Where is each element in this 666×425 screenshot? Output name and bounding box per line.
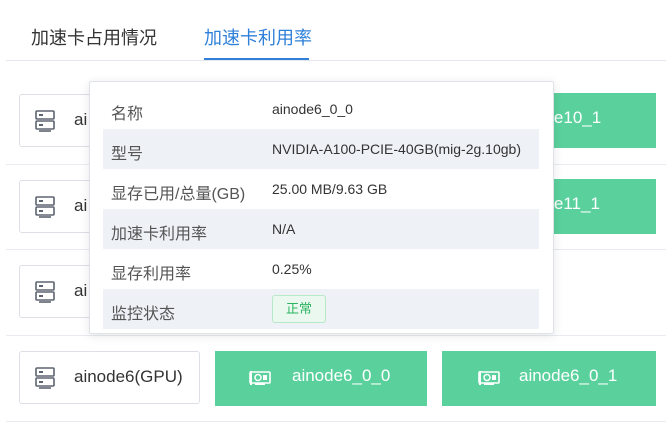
server-icon — [35, 110, 55, 132]
popover-label: 监控状态 — [111, 306, 176, 323]
gpu-name: ainode6_0_0 — [292, 366, 391, 385]
popover-value: 0.25% — [272, 261, 312, 277]
tab-accelerator-utilization[interactable]: 加速卡利用率 — [204, 24, 312, 50]
status-badge: 正常 — [272, 295, 326, 323]
gpu-card-icon — [249, 371, 271, 385]
gpu-card-icon — [478, 371, 500, 385]
server-icon — [35, 281, 55, 303]
popover-row-utilization: 加速卡利用率 N/A — [103, 209, 539, 249]
row-divider — [6, 421, 666, 422]
tabs-divider — [6, 60, 666, 61]
popover-value: ainode6_0_0 — [272, 101, 353, 117]
node-card[interactable]: ainode6(GPU) — [19, 351, 200, 404]
gpu-button[interactable]: ainode6_0_1 — [442, 351, 656, 406]
popover-value: 25.00 MB/9.63 GB — [272, 181, 388, 197]
node-name: ai — [74, 196, 88, 215]
gpu-detail-popover: 名称 ainode6_0_0 型号 NVIDIA-A100-PCIE-40GB(… — [89, 81, 554, 334]
popover-row-model: 型号 NVIDIA-A100-PCIE-40GB(mig-2g.10gb) — [103, 129, 539, 169]
popover-label: 名称 — [111, 106, 144, 123]
server-icon — [35, 367, 55, 389]
tab-bar: 加速卡占用情况 加速卡利用率 — [0, 0, 666, 61]
popover-label: 显存利用率 — [111, 266, 192, 283]
popover-label: 显存已用/总量(GB) — [111, 186, 246, 203]
server-icon — [35, 196, 55, 218]
popover-row-name: 名称 ainode6_0_0 — [103, 89, 539, 129]
row-divider — [6, 335, 666, 336]
node-name: ai — [74, 110, 88, 129]
node-name: ai — [74, 281, 88, 300]
popover-value: N/A — [272, 221, 296, 237]
popover-row-monitor-status: 监控状态 正常 — [103, 289, 539, 329]
popover-value: NVIDIA-A100-PCIE-40GB(mig-2g.10gb) — [272, 141, 521, 157]
tab-accelerator-usage[interactable]: 加速卡占用情况 — [31, 24, 157, 50]
popover-row-memory: 显存已用/总量(GB) 25.00 MB/9.63 GB — [103, 169, 539, 209]
gpu-name: ainode6_0_1 — [519, 366, 618, 385]
popover-label: 加速卡利用率 — [111, 226, 208, 243]
popover-row-memory-utilization: 显存利用率 0.25% — [103, 249, 539, 289]
gpu-button[interactable]: ainode6_0_0 — [215, 351, 427, 406]
node-name: ainode6(GPU) — [74, 367, 183, 386]
popover-label: 型号 — [111, 146, 144, 163]
